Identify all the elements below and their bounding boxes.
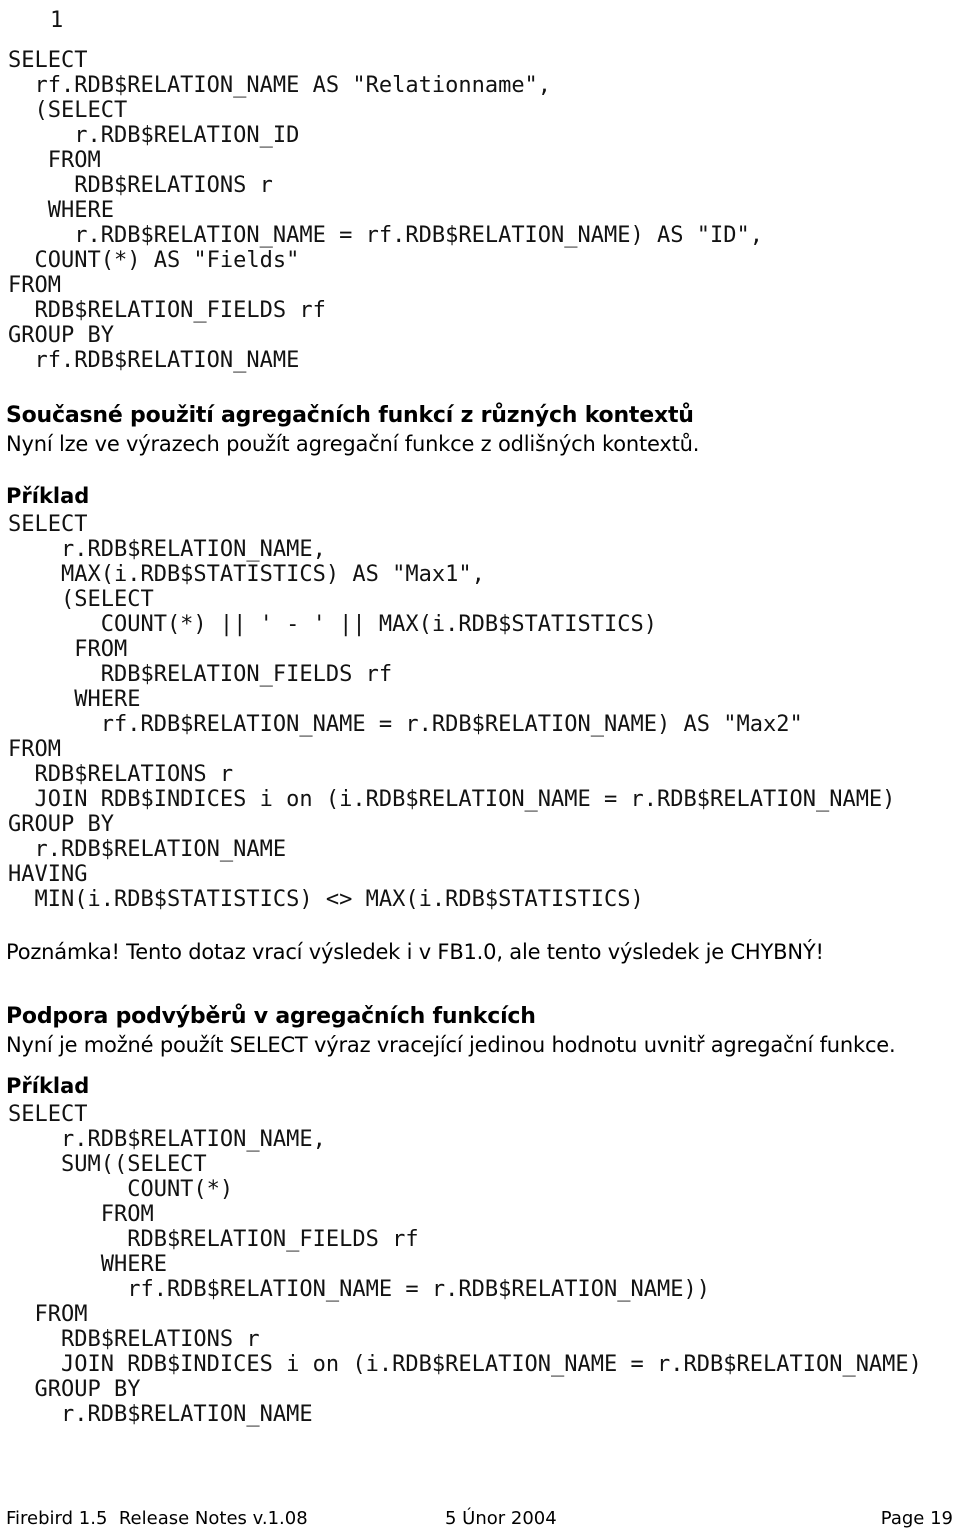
footer-date: 5 Únor 2004 xyxy=(445,1508,557,1529)
example-label: Příklad xyxy=(6,484,90,508)
example-label: Příklad xyxy=(6,1074,90,1098)
code-text: SELECT r.RDB$RELATION_NAME, SUM((SELECT … xyxy=(8,1102,922,1427)
footer-document-title: Firebird 1.5 Release Notes v.1.08 xyxy=(6,1508,308,1529)
section-heading-aggregate-contexts: Současné použití agregačních funkcí z rů… xyxy=(6,403,694,428)
code-block-relation-field-count: SELECT rf.RDB$RELATION_NAME AS "Relation… xyxy=(8,48,763,373)
code-block-aggregate-contexts-example: SELECT r.RDB$RELATION_NAME, MAX(i.RDB$ST… xyxy=(8,512,895,912)
code-block-subselect-example: SELECT r.RDB$RELATION_NAME, SUM((SELECT … xyxy=(8,1102,922,1427)
code-text: SELECT r.RDB$RELATION_NAME, MAX(i.RDB$ST… xyxy=(8,512,896,912)
section-body-subselect-support: Nyní je možné použít SELECT výraz vracej… xyxy=(6,1033,896,1057)
page-footer: Firebird 1.5 Release Notes v.1.08 5 Únor… xyxy=(0,1508,960,1533)
footer-page-number: Page 19 xyxy=(880,1508,953,1529)
section-heading-subselect-support: Podpora podvýběrů v agregačních funkcích xyxy=(6,1004,536,1029)
document-page: 1 SELECT rf.RDB$RELATION_NAME AS "Relati… xyxy=(0,0,960,1533)
code-text: SELECT rf.RDB$RELATION_NAME AS "Relation… xyxy=(8,48,763,373)
page-list-number: 1 xyxy=(50,8,63,33)
page-list-number-text: 1 xyxy=(50,8,64,33)
note-text: Poznámka! Tento dotaz vrací výsledek i v… xyxy=(6,940,824,964)
section-body-aggregate-contexts: Nyní lze ve výrazech použít agregační fu… xyxy=(6,432,700,456)
